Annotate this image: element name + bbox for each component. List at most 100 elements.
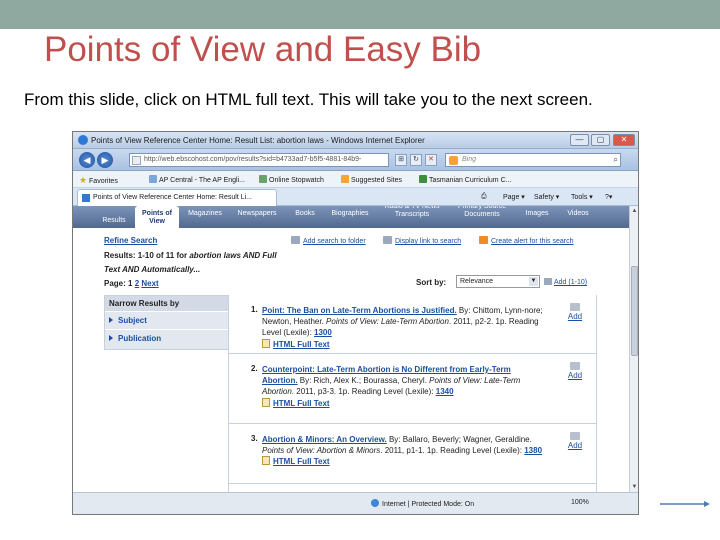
folder-icon — [570, 303, 580, 311]
tab-points-of-view[interactable]: Points of View — [135, 206, 179, 228]
forward-button[interactable]: ▶ — [97, 152, 113, 168]
narrow-results-panel: Narrow Results by Subject Publication — [104, 295, 229, 350]
favorites-button[interactable]: ★ Favorites — [79, 175, 118, 186]
safety-menu[interactable]: Safety ▾ — [534, 193, 559, 201]
narrow-results-heading: Narrow Results by — [105, 296, 228, 311]
result-title-link[interactable]: Point: The Ban on Late-Term Abortions is… — [262, 306, 457, 315]
add-to-folder-button[interactable]: Add — [565, 362, 585, 380]
favorite-ap-central[interactable]: AP Central - The AP Engli... — [149, 175, 245, 184]
refine-search-link[interactable]: Refine Search — [104, 236, 157, 245]
close-button[interactable]: ✕ — [613, 134, 635, 146]
tab-videos[interactable]: Videos — [561, 210, 595, 218]
html-full-text-link[interactable]: HTML Full Text — [262, 456, 544, 467]
address-url: http://web.ebscohost.com/pov/results?sid… — [144, 156, 362, 163]
scroll-up-icon[interactable]: ▲ — [631, 208, 638, 214]
print-icon[interactable]: ⎙ — [481, 193, 487, 201]
tab-primary-source[interactable]: Primary Source Documents — [451, 206, 513, 219]
page-icon — [82, 194, 90, 202]
stop-button[interactable]: ✕ — [425, 154, 437, 166]
page-icon — [259, 175, 267, 183]
caret-right-icon — [109, 317, 113, 323]
create-alert-link[interactable]: Create alert for this search — [479, 236, 573, 245]
search-icon[interactable]: ⌕ — [614, 155, 618, 165]
tab-radio-tv[interactable]: Radio & TV News Transcripts — [381, 206, 443, 219]
search-placeholder: Bing — [462, 156, 477, 163]
page-icon — [149, 175, 157, 183]
narrow-publication[interactable]: Publication — [105, 329, 228, 347]
slide-title: Points of View and Easy Bib — [44, 30, 482, 69]
add-to-folder-button[interactable]: Add — [565, 303, 585, 321]
rss-icon — [479, 236, 488, 244]
add-to-folder-button[interactable]: Add — [565, 432, 585, 450]
result-title-link[interactable]: Abortion & Minors: An Overview. — [262, 435, 387, 444]
next-page-link[interactable]: Next — [141, 279, 158, 288]
document-icon — [262, 397, 270, 407]
html-full-text-link[interactable]: HTML Full Text — [262, 397, 544, 409]
star-icon: ★ — [79, 175, 88, 185]
document-icon — [262, 338, 270, 348]
scroll-down-icon[interactable]: ▼ — [631, 484, 638, 490]
lexile-link[interactable]: 1380 — [524, 446, 542, 455]
page-2-link[interactable]: 2 — [135, 279, 139, 288]
folder-icon — [544, 278, 552, 285]
security-zone: Internet | Protected Mode: On — [371, 499, 474, 508]
minimize-button[interactable]: — — [570, 134, 589, 146]
narrow-subject[interactable]: Subject — [105, 311, 228, 329]
tools-menu[interactable]: Tools ▾ — [571, 193, 593, 201]
tab-images[interactable]: Images — [519, 210, 555, 218]
scrollbar-thumb[interactable] — [631, 266, 638, 356]
favorite-online-stopwatch[interactable]: Online Stopwatch — [259, 175, 324, 184]
page-icon — [419, 175, 427, 183]
lexile-link[interactable]: 1340 — [436, 387, 454, 396]
ie-logo-icon — [78, 135, 88, 145]
tab-results[interactable]: Results — [97, 217, 131, 225]
maximize-button[interactable]: ▢ — [591, 134, 610, 146]
window-titlebar: Points of View Reference Center Home: Re… — [73, 132, 638, 149]
display-link-to-search-link[interactable]: Display link to search — [383, 236, 461, 245]
favorite-suggested-sites[interactable]: Suggested Sites — [341, 175, 402, 184]
browser-tab-row: Points of View Reference Center Home: Re… — [73, 188, 638, 206]
page-menu[interactable]: Page ▾ — [503, 193, 525, 201]
back-button[interactable]: ◀ — [79, 152, 95, 168]
arrow-right-icon — [660, 501, 710, 507]
tab-biographies[interactable]: Biographies — [325, 210, 375, 218]
favorite-tasmanian-curriculum[interactable]: Tasmanian Curriculum C... — [419, 175, 511, 184]
refresh-button[interactable]: ↻ — [410, 154, 422, 166]
chevron-down-icon: ▼ — [529, 277, 538, 286]
lexile-link[interactable]: 1300 — [314, 328, 332, 337]
sort-select[interactable]: Relevance ▼ — [456, 275, 540, 288]
tab-books[interactable]: Books — [291, 210, 319, 218]
source-type-tabs: Results Points of View Magazines Newspap… — [73, 206, 629, 228]
results-summary: Results: 1-10 of 11 for abortion laws AN… — [104, 251, 277, 288]
document-icon — [262, 456, 270, 466]
html-full-text-link[interactable]: HTML Full Text — [262, 338, 544, 350]
help-menu[interactable]: ?▾ — [605, 193, 612, 201]
page-icon — [132, 156, 141, 165]
link-icon — [383, 236, 392, 244]
slide-instruction: From this slide, click on HTML full text… — [24, 90, 593, 109]
browser-screenshot: Points of View Reference Center Home: Re… — [72, 131, 639, 515]
add-all-link[interactable]: Add (1-10) — [544, 278, 587, 286]
window-title: Points of View Reference Center Home: Re… — [91, 136, 425, 145]
tab-magazines[interactable]: Magazines — [183, 210, 227, 218]
result-item: 3. Abortion & Minors: An Overview. By: B… — [229, 424, 597, 484]
compat-view-button[interactable]: ⊞ — [395, 154, 407, 166]
ebsco-page: Results Points of View Magazines Newspap… — [73, 206, 629, 492]
caret-right-icon — [109, 335, 113, 341]
vertical-scrollbar[interactable]: ▲ ▼ — [629, 206, 638, 492]
folder-icon — [570, 432, 580, 440]
result-list: 1. Point: The Ban on Late-Term Abortions… — [228, 295, 597, 492]
navigation-bar: ◀ ▶ http://web.ebscohost.com/pov/results… — [73, 149, 638, 171]
slide-top-band — [0, 0, 720, 29]
zoom-level[interactable]: 100% — [571, 499, 589, 506]
tab-newspapers[interactable]: Newspapers — [233, 210, 281, 218]
search-box[interactable]: Bing ⌕ — [445, 153, 621, 167]
suggested-icon — [341, 175, 349, 183]
result-list-border — [596, 295, 597, 492]
favorites-bar: ★ Favorites AP Central - The AP Engli...… — [73, 171, 638, 188]
add-search-to-folder-link[interactable]: Add search to folder — [291, 236, 366, 245]
address-bar[interactable]: http://web.ebscohost.com/pov/results?sid… — [129, 153, 389, 167]
browser-tab-active[interactable]: Points of View Reference Center Home: Re… — [77, 189, 277, 206]
folder-icon — [291, 236, 300, 244]
result-item: 2. Counterpoint: Late-Term Abortion is N… — [229, 354, 597, 424]
